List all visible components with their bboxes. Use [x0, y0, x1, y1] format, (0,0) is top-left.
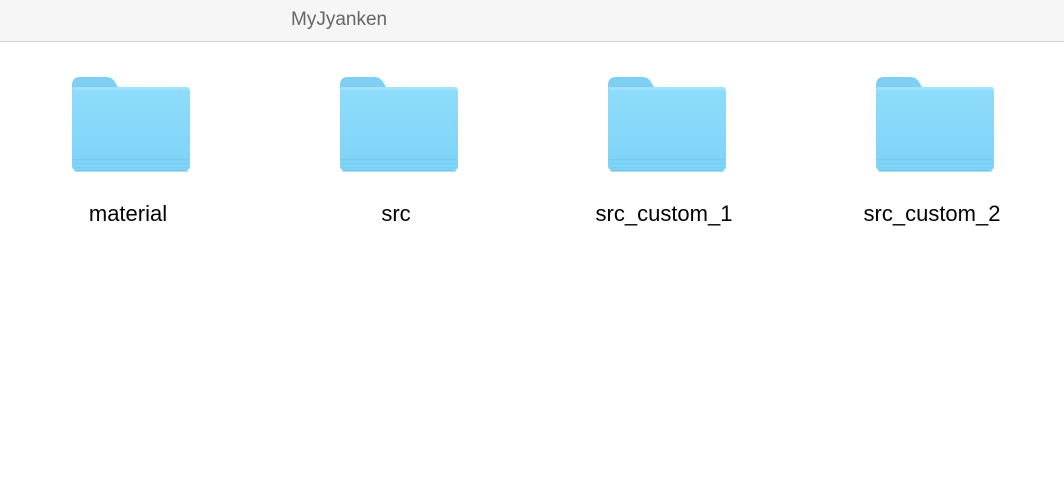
folder-item-src-custom-2[interactable]: src_custom_2 — [812, 73, 1052, 243]
folder-item-src[interactable]: src — [276, 73, 516, 243]
folder-label[interactable]: src_custom_1 — [544, 201, 784, 227]
folder-content-area[interactable]: material src src_custom_1 src_custom_2 — [0, 43, 1064, 500]
folder-label[interactable]: src_custom_2 — [812, 201, 1052, 227]
folder-item-src-custom-1[interactable]: src_custom_1 — [544, 73, 784, 243]
folder-label[interactable]: material — [8, 201, 248, 227]
finder-window: MyJyanken material src src_custom_1 src_… — [0, 0, 1064, 500]
folder-icon[interactable] — [338, 73, 460, 177]
window-title: MyJyanken — [291, 9, 388, 30]
folder-item-material[interactable]: material — [8, 73, 248, 243]
folder-icon[interactable] — [874, 73, 996, 177]
folder-icon[interactable] — [606, 73, 728, 177]
folder-icon[interactable] — [70, 73, 192, 177]
folder-label[interactable]: src — [276, 201, 516, 227]
title-bar[interactable]: MyJyanken — [0, 0, 1064, 42]
